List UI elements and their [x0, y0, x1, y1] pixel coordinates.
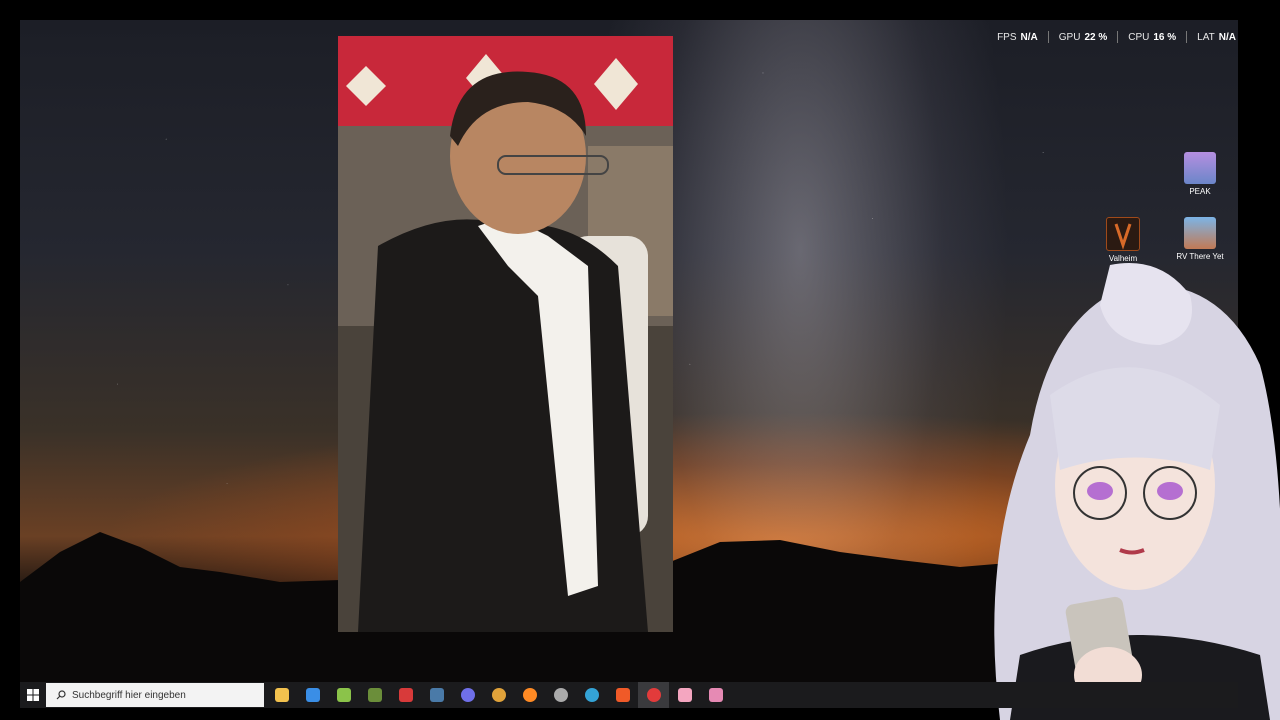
discord-icon: [460, 688, 475, 702]
streaming-app-icon: [646, 688, 661, 702]
taskbar-app-button[interactable]: [607, 682, 638, 708]
steam-icon: [429, 688, 444, 702]
taskbar-app-button[interactable]: [266, 682, 297, 708]
store-icon: [305, 688, 320, 702]
medal-app-icon: [398, 688, 413, 702]
firefox-icon: [522, 688, 537, 702]
pink-app-icon: [708, 688, 723, 702]
taskbar-app-button[interactable]: [700, 682, 731, 708]
start-button[interactable]: [20, 682, 46, 708]
photo-window[interactable]: [338, 36, 673, 632]
minecraft-icon: [367, 688, 382, 702]
taskbar-app-button[interactable]: [390, 682, 421, 708]
taskbar-app-button[interactable]: [452, 682, 483, 708]
peak-game-icon: [1184, 152, 1216, 184]
taskbar-app-button[interactable]: [638, 682, 669, 708]
desktop-icon-label: PEAK: [1189, 187, 1211, 196]
android-app-icon: [336, 688, 351, 702]
brave-icon: [615, 688, 630, 702]
search-icon: [56, 690, 66, 700]
photo-image: [338, 36, 673, 632]
taskbar-apps: [266, 682, 731, 708]
taskbar-app-button[interactable]: [545, 682, 576, 708]
taskbar: Suchbegriff hier eingeben: [20, 682, 1238, 708]
divider: [1186, 31, 1188, 43]
latency-stat: LAT N/A: [1197, 31, 1236, 43]
taskbar-app-button[interactable]: [514, 682, 545, 708]
cpu-stat: CPU 16 %: [1128, 31, 1177, 43]
search-placeholder: Suchbegriff hier eingeben: [72, 689, 186, 701]
vtuber-app-icon: [677, 688, 692, 702]
valheim-game-icon: [1106, 217, 1140, 251]
divider: [1047, 31, 1049, 43]
rv-there-yet-game-icon: [1184, 217, 1216, 249]
taskbar-app-button[interactable]: [576, 682, 607, 708]
divider: [1117, 31, 1119, 43]
performance-overlay: FPS N/A GPU 22 % CPU 16 % LAT N/A: [997, 31, 1236, 43]
sync-app-icon: [584, 688, 599, 702]
taskbar-app-button[interactable]: [421, 682, 452, 708]
taskbar-app-button[interactable]: [359, 682, 390, 708]
taskbar-app-button[interactable]: [297, 682, 328, 708]
chrome-icon: [491, 688, 506, 702]
taskbar-app-button[interactable]: [669, 682, 700, 708]
windows-icon: [27, 689, 39, 701]
vtuber-avatar: [994, 263, 1280, 720]
taskbar-search-box[interactable]: Suchbegriff hier eingeben: [46, 683, 264, 707]
fps-stat: FPS N/A: [997, 31, 1038, 43]
taskbar-app-button[interactable]: [328, 682, 359, 708]
file-explorer-icon: [274, 688, 289, 702]
desktop-icon-peak[interactable]: PEAK: [1170, 152, 1230, 196]
gpu-stat: GPU 22 %: [1058, 31, 1108, 43]
speedometer-icon: [553, 688, 568, 702]
taskbar-app-button[interactable]: [483, 682, 514, 708]
